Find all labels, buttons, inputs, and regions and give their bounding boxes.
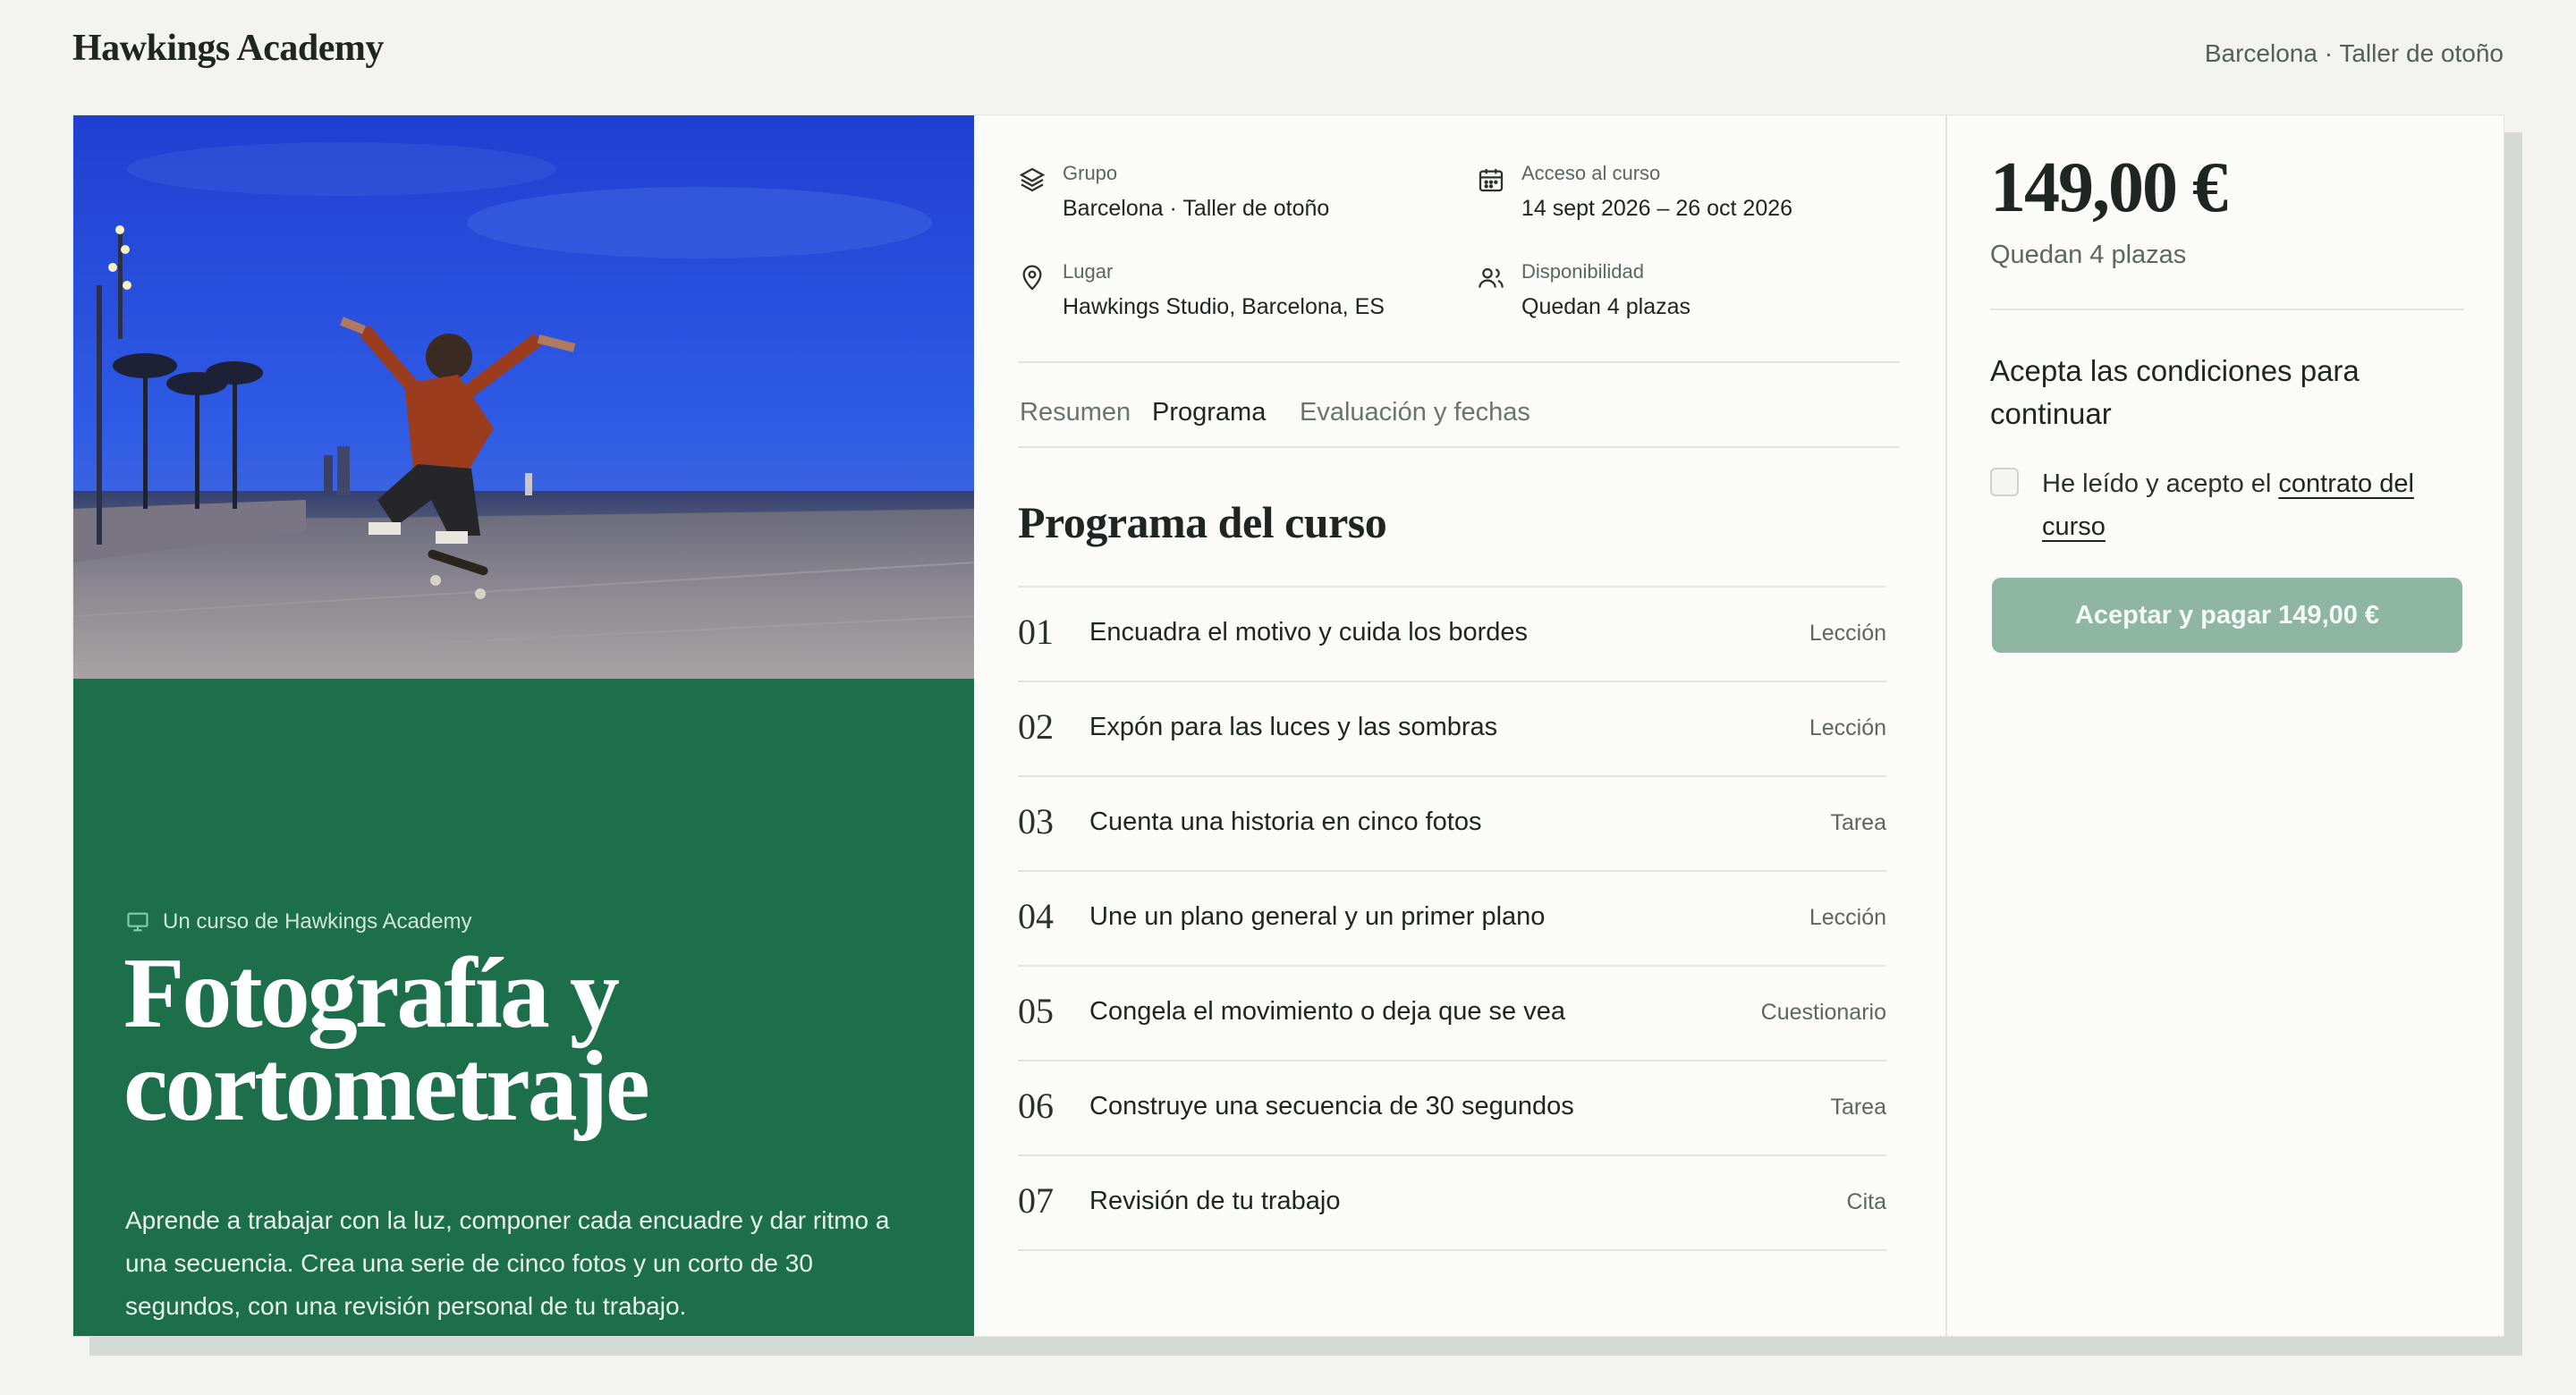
terms-checkbox[interactable] <box>1990 468 2019 496</box>
lesson-row[interactable]: 07 Revisión de tu trabajo Cita <box>1018 1156 1886 1251</box>
purchase-column: 149,00 € Quedan 4 plazas Acepta las cond… <box>1945 115 2504 1336</box>
lesson-type: Cuestionario <box>1760 1000 1886 1025</box>
top-bar: Hawkings Academy Barcelona · Taller de o… <box>0 0 2576 114</box>
lesson-row[interactable]: 04 Une un plano general y un primer plan… <box>1018 872 1886 967</box>
tab-programa[interactable]: Programa <box>1152 398 1266 427</box>
terms-label: He leído y acepto el contrato del curso <box>2042 462 2453 548</box>
course-description: Aprende a trabajar con la luz, componer … <box>125 1206 890 1320</box>
lesson-type: Lección <box>1809 621 1886 646</box>
lesson-type: Cita <box>1846 1189 1886 1214</box>
divider <box>1990 309 2464 310</box>
lesson-row[interactable]: 03 Cuenta una historia en cinco fotos Ta… <box>1018 777 1886 872</box>
meta-place-value: Hawkings Studio, Barcelona, ES <box>1063 294 1385 319</box>
lesson-name: Congela el movimiento o deja que se vea <box>1089 997 1565 1026</box>
meta-access-label: Acceso al curso <box>1521 162 1661 184</box>
hero-photo <box>73 115 974 679</box>
lesson-list: 01 Encuadra el motivo y cuida los bordes… <box>1018 586 1886 1251</box>
lesson-number: 04 <box>1018 896 1054 936</box>
meta-group-value: Barcelona · Taller de otoño <box>1063 196 1330 221</box>
lesson-name: Revisión de tu trabajo <box>1089 1187 1341 1215</box>
lesson-type: Lección <box>1809 905 1886 930</box>
course-kicker: Un curso de Hawkings Academy <box>125 909 472 934</box>
lesson-type: Lección <box>1809 715 1886 740</box>
lesson-name: Encuadra el motivo y cuida los bordes <box>1089 618 1529 647</box>
lesson-name: Construye una secuencia de 30 segundos <box>1089 1092 1574 1120</box>
skateboarder-photo <box>73 115 974 679</box>
course-tabs: Resumen Programa Evaluación y fechas <box>1018 398 1900 448</box>
divider <box>1018 361 1900 363</box>
lesson-number: 02 <box>1018 706 1054 747</box>
course-details-column: Grupo Barcelona · Taller de otoño Acceso… <box>974 115 1945 1336</box>
accept-and-pay-button[interactable]: Aceptar y pagar 149,00 € <box>1992 578 2462 653</box>
course-price: 149,00 € <box>1990 148 2228 227</box>
lesson-number: 03 <box>1018 801 1054 841</box>
meta-availability-value: Quedan 4 plazas <box>1521 294 1691 319</box>
presentation-icon <box>127 912 148 932</box>
accept-heading: Acepta las condiciones para continuar <box>1990 354 2360 430</box>
program-title: Programa del curso <box>1018 497 1387 547</box>
calendar-icon <box>1479 169 1504 192</box>
course-title: Fotografía y cortometraje <box>123 938 650 1142</box>
lesson-name: Cuenta una historia en cinco fotos <box>1089 807 1482 836</box>
terms-label-text: He leído y acepto el <box>2042 469 2279 498</box>
lesson-number: 06 <box>1018 1086 1054 1126</box>
lesson-row[interactable]: 05 Congela el movimiento o deja que se v… <box>1018 967 1886 1061</box>
lesson-name: Expón para las luces y las sombras <box>1089 713 1498 741</box>
course-hero-column: Un curso de Hawkings Academy Fotografía … <box>73 115 974 1336</box>
layers-icon <box>1019 167 1046 192</box>
lesson-name: Une un plano general y un primer plano <box>1089 902 1546 931</box>
lesson-number: 07 <box>1018 1180 1054 1221</box>
lesson-number: 01 <box>1018 612 1054 652</box>
meta-group-label: Grupo <box>1063 162 1118 184</box>
meta-availability-label: Disponibilidad <box>1521 260 1644 283</box>
lesson-row[interactable]: 02 Expón para las luces y las sombras Le… <box>1018 682 1886 777</box>
meta-place-label: Lugar <box>1063 260 1114 283</box>
lesson-number: 05 <box>1018 991 1054 1031</box>
course-card: Un curso de Hawkings Academy Fotografía … <box>72 114 2504 1337</box>
lesson-row[interactable]: 01 Encuadra el motivo y cuida los bordes… <box>1018 588 1886 682</box>
course-intro-panel: Un curso de Hawkings Academy Fotografía … <box>73 679 974 1336</box>
seats-left: Quedan 4 plazas <box>1990 241 2187 269</box>
users-icon <box>1479 267 1504 288</box>
lesson-type: Tarea <box>1830 1095 1886 1120</box>
meta-access-value: 14 sept 2026 – 26 oct 2026 <box>1521 196 1793 221</box>
tab-resumen[interactable]: Resumen <box>1020 398 1131 427</box>
brand-logo[interactable]: Hawkings Academy <box>72 27 384 70</box>
map-pin-icon <box>1022 265 1042 291</box>
lesson-row[interactable]: 06 Construye una secuencia de 30 segundo… <box>1018 1061 1886 1156</box>
course-kicker-text: Un curso de Hawkings Academy <box>163 909 472 934</box>
header-location: Barcelona · Taller de otoño <box>2204 39 2504 67</box>
lesson-type: Tarea <box>1830 810 1886 835</box>
tab-evaluacion-fechas[interactable]: Evaluación y fechas <box>1300 398 1530 427</box>
